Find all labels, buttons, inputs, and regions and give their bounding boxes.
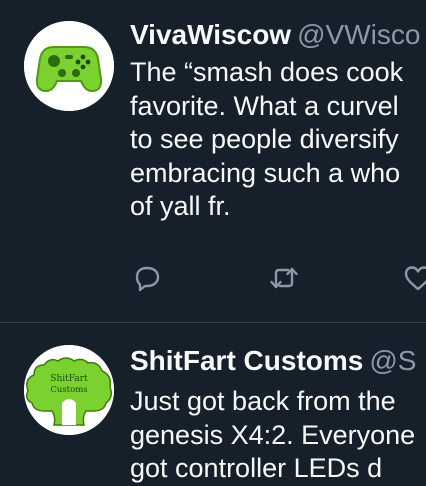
avatar[interactable] [24, 21, 114, 111]
tweet-text-line: favorite. What a curvel [130, 90, 399, 121]
game-controller-icon [24, 21, 114, 111]
like-button[interactable] [398, 258, 426, 298]
author-handle[interactable]: @S [369, 345, 416, 376]
svg-text:Customs: Customs [50, 385, 87, 395]
tweet-text: The “smash does cook favorite. What a cu… [130, 56, 426, 224]
svg-text:ShitFart: ShitFart [50, 374, 88, 384]
tweet[interactable]: VivaWiscow @VWisco The “smash does cook f… [0, 0, 426, 322]
shitfart-customs-logo-icon: ShitFart Customs [24, 345, 114, 435]
reply-button[interactable] [127, 258, 167, 298]
tweet[interactable]: ShitFart Customs ShitFart Customs @S Just… [0, 323, 426, 483]
tweet-text-line: got controller LEDs d [130, 453, 383, 483]
tweet-header: ShitFart Customs @S [130, 345, 416, 377]
author-name[interactable]: ShitFart Customs [130, 345, 363, 376]
tweet-text-line: of yall fr. [130, 191, 231, 221]
tweet-text-line: to see people diversify [130, 124, 399, 154]
tweet-text-line: genesis X4:2. Everyone [130, 419, 416, 450]
retweet-button[interactable] [264, 258, 304, 298]
tweet-text-line: Just got back from the [130, 386, 396, 416]
tweet-text-line: embracing such a who [130, 157, 401, 188]
author-handle[interactable]: @VWisco [297, 19, 420, 50]
avatar[interactable]: ShitFart Customs [24, 345, 114, 435]
reply-icon [135, 266, 160, 292]
retweet-icon [270, 267, 298, 289]
tweet-text-line: The “smash does cook [130, 57, 404, 87]
tweet-text: Just got back from the genesis X4:2. Eve… [130, 385, 426, 486]
tweet-actions [0, 258, 426, 298]
author-name[interactable]: VivaWiscow [130, 19, 291, 50]
like-icon [404, 266, 426, 291]
tweet-header: VivaWiscow @VWisco [130, 19, 420, 51]
